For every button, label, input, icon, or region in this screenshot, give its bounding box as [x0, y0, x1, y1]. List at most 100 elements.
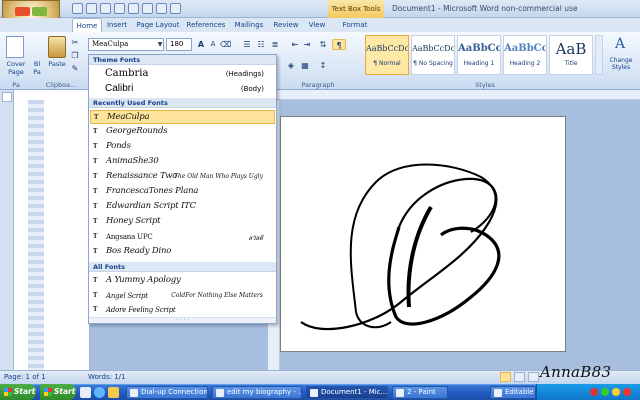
taskbar-item-dialup[interactable]: Dial-up Connection: [126, 386, 208, 399]
print-layout-view-icon[interactable]: [500, 372, 511, 382]
tab-mailings[interactable]: Mailings: [232, 18, 266, 32]
email-icon[interactable]: [142, 3, 153, 14]
line-spacing-icon[interactable]: ↕: [318, 60, 328, 71]
document-page[interactable]: B: [280, 116, 566, 352]
font-option-edwardian-script[interactable]: T Edwardian Script ITC: [90, 200, 275, 214]
increase-indent-icon[interactable]: ⇥: [302, 39, 312, 50]
browser-window-icon: [216, 389, 224, 397]
cover-page-icon[interactable]: [6, 36, 24, 58]
paste-button[interactable]: Paste: [46, 60, 68, 68]
tab-format[interactable]: Format: [340, 18, 370, 32]
font-option-cambria[interactable]: Cambria (Headings): [89, 67, 276, 81]
save-icon[interactable]: [72, 3, 83, 14]
word-count[interactable]: Words: 1/1: [88, 371, 126, 384]
cover-page-button[interactable]: Cover Page: [2, 60, 30, 76]
network-icon: [130, 389, 138, 397]
start-button-secondary[interactable]: Start: [40, 384, 76, 400]
font-option-a-yummy-apology[interactable]: T A Yummy Apology: [90, 274, 275, 288]
full-screen-view-icon[interactable]: [514, 372, 525, 382]
styles-scroll[interactable]: [595, 35, 603, 75]
taskbar-item-browser[interactable]: edit my biography - ...: [212, 386, 302, 399]
web-layout-view-icon[interactable]: [528, 372, 539, 382]
style-title[interactable]: AaB Title: [549, 35, 593, 75]
context-tab-group: Text Box Tools: [328, 0, 384, 18]
change-styles-icon[interactable]: A: [609, 36, 631, 54]
desktop-icon[interactable]: [80, 387, 91, 398]
tab-insert[interactable]: Insert: [104, 18, 130, 32]
folder-icon[interactable]: [108, 387, 119, 398]
tab-references[interactable]: References: [186, 18, 226, 32]
print-preview-icon[interactable]: [128, 3, 139, 14]
tray-icon-volume[interactable]: [612, 388, 620, 396]
font-option-ponds[interactable]: T Ponds: [90, 140, 275, 154]
format-painter-icon[interactable]: ✎: [70, 63, 80, 74]
font-option-bos-ready-dino[interactable]: T Bos Ready Dino: [90, 245, 275, 259]
font-option-angsana-upc[interactable]: T Angsana UPC สวัสดี: [90, 230, 275, 244]
font-option-preview: สวัสดี: [248, 235, 263, 242]
grow-font-icon[interactable]: A: [196, 39, 206, 50]
font-option-renaissance-two[interactable]: T Renaissance Two The Old Man Who Plays Ug…: [90, 170, 275, 184]
spelling-icon[interactable]: [156, 3, 167, 14]
tab-view[interactable]: View: [306, 18, 328, 32]
browser-icon[interactable]: [94, 387, 105, 398]
dropdown-resize-grip[interactable]: · · · ·: [89, 317, 276, 323]
tray-icon-alert[interactable]: [590, 388, 598, 396]
change-styles-button[interactable]: Change Styles: [604, 57, 638, 71]
font-option-francescatones-plana[interactable]: T FrancescaTones Plana: [90, 185, 275, 199]
page-count[interactable]: Page: 1 of 1: [4, 371, 46, 384]
truetype-icon: T: [93, 248, 98, 255]
show-formatting-icon[interactable]: ¶: [332, 39, 346, 50]
style-normal[interactable]: AaBbCcDc ¶ Normal: [365, 35, 409, 75]
numbering-icon[interactable]: ☷: [256, 39, 266, 50]
font-option-animashe30[interactable]: T AnimaShe30: [90, 155, 275, 169]
font-option-georgerounds[interactable]: T GeorgeRounds: [90, 125, 275, 139]
font-size-input[interactable]: 180: [166, 38, 192, 51]
tray-icon-messenger[interactable]: [601, 388, 609, 396]
tab-page-layout[interactable]: Page Layout: [134, 18, 182, 32]
style-heading-1[interactable]: AaBbCc Heading 1: [457, 35, 501, 75]
theme-fonts-header: Theme Fonts: [89, 55, 276, 65]
font-option-tag: (Headings): [225, 70, 264, 78]
decrease-indent-icon[interactable]: ⇤: [290, 39, 300, 50]
borders-icon[interactable]: ▦: [300, 60, 310, 71]
multilevel-list-icon[interactable]: ≣: [270, 39, 280, 50]
page-left-edge: [14, 100, 90, 370]
bullets-icon[interactable]: ☰: [242, 39, 252, 50]
print-icon[interactable]: [114, 3, 125, 14]
tray-icon-security[interactable]: [623, 388, 631, 396]
font-option-calibri[interactable]: Calibri (Body): [89, 82, 276, 96]
font-option-angel-script[interactable]: T Angel Script ColdFor Nothing Else Matter…: [90, 289, 275, 303]
clear-formatting-icon[interactable]: ⌫: [220, 39, 231, 50]
new-document-icon[interactable]: [86, 3, 97, 14]
style-no-spacing[interactable]: AaBbCcDc ¶ No Spacing: [411, 35, 455, 75]
document-icon: [494, 389, 502, 397]
tab-review[interactable]: Review: [272, 18, 300, 32]
truetype-icon: T: [94, 114, 99, 121]
shading-icon[interactable]: ◈: [286, 60, 296, 71]
blank-page-button[interactable]: Bl Pa: [32, 60, 42, 76]
sort-icon[interactable]: ⇅: [318, 39, 328, 50]
tab-selector-icon[interactable]: [2, 92, 12, 102]
style-name: ¶ No Spacing: [413, 60, 453, 67]
taskbar-item-label: 2 - Paint: [407, 388, 436, 396]
font-name-input[interactable]: MeaCulpa: [88, 38, 164, 51]
font-option-meaculpa[interactable]: T MeaCulpa: [90, 110, 275, 124]
cut-icon[interactable]: ✂: [70, 37, 80, 48]
start-button[interactable]: Start: [0, 384, 36, 400]
style-heading-2[interactable]: AaBbCc Heading 2: [503, 35, 547, 75]
undo-icon[interactable]: [170, 3, 181, 14]
tab-home[interactable]: Home: [72, 18, 102, 32]
copy-icon[interactable]: ❐: [70, 50, 80, 61]
taskbar-item-word[interactable]: Document1 - Mic...: [306, 386, 388, 399]
shrink-font-icon[interactable]: A: [208, 39, 218, 50]
taskbar-item-monogram[interactable]: Editable Monogram ...: [490, 386, 536, 399]
paste-icon[interactable]: [48, 36, 66, 58]
font-dropdown[interactable]: Theme Fonts Cambria (Headings) Calibri (…: [88, 54, 277, 324]
taskbar-item-paint[interactable]: 2 - Paint: [392, 386, 448, 399]
font-option-adore-feeling-script[interactable]: T Adore Feeling Script: [90, 303, 275, 317]
monogram-b: [300, 163, 501, 331]
font-name-dropdown-arrow-icon[interactable]: ▼: [156, 39, 164, 50]
open-folder-icon[interactable]: [100, 3, 111, 14]
truetype-icon: T: [93, 188, 98, 195]
font-option-honey-script[interactable]: T Honey Script: [90, 215, 275, 229]
